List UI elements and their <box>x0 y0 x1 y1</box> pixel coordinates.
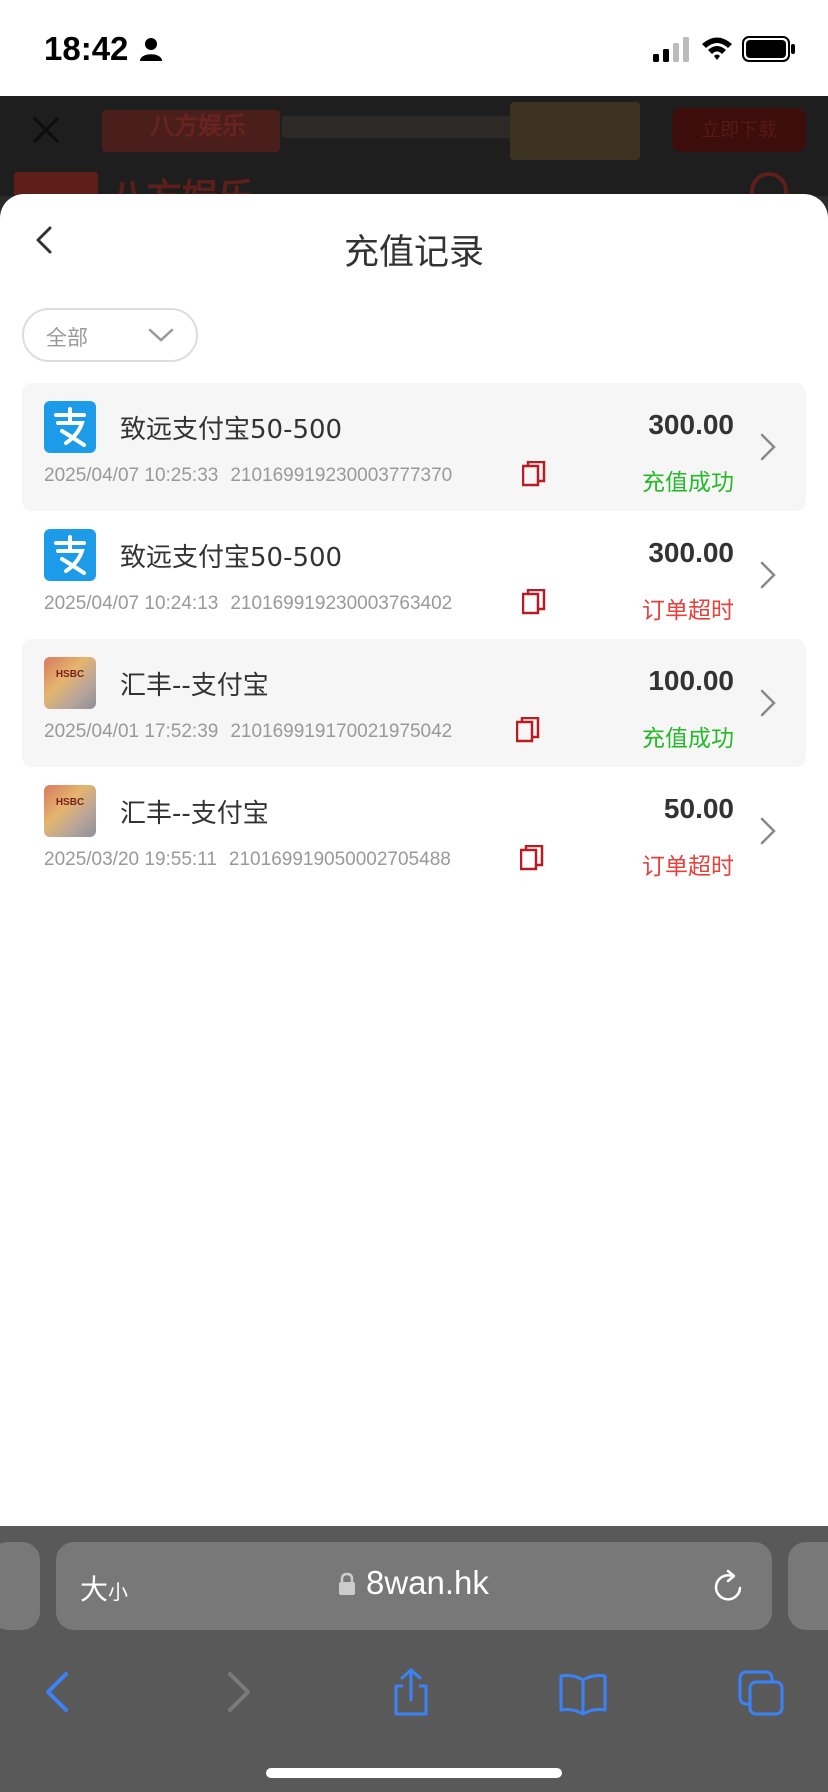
record-order-id: 210169919050002705488 <box>228 849 451 870</box>
record-status: 充值成功 <box>642 726 734 752</box>
hsbc-icon: HSBC <box>44 785 96 837</box>
record-datetime: 2025/03/20 19:55:11 <box>44 849 217 870</box>
record-status: 订单超时 <box>642 598 734 624</box>
previous-tab-preview[interactable] <box>0 1542 40 1630</box>
text-size-button[interactable]: 大小 <box>80 1568 128 1608</box>
hsbc-logo-text: HSBC <box>55 669 85 680</box>
close-icon[interactable] <box>30 114 62 146</box>
chevron-down-icon <box>148 328 174 342</box>
reload-icon[interactable] <box>712 1568 746 1604</box>
record-status: 充值成功 <box>642 470 734 496</box>
forward-icon[interactable] <box>212 1666 262 1718</box>
ad-image <box>510 102 640 160</box>
hsbc-icon: HSBC <box>44 657 96 709</box>
record-item[interactable]: HSBC 汇丰--支付宝 2025/03/20 19:55:11 21016991… <box>22 767 806 895</box>
record-meta: 2025/04/07 10:25:33 210169919230003777370 <box>44 465 452 487</box>
lock-icon <box>339 1572 355 1595</box>
battery-icon <box>742 36 795 62</box>
record-amount: 300.00 <box>648 537 734 568</box>
record-item[interactable]: 致远支付宝50-500 2025/04/07 10:25:33 210169919… <box>22 383 806 511</box>
ad-download-button[interactable]: 立即下载 <box>672 108 806 152</box>
next-tab-preview[interactable] <box>788 1542 828 1630</box>
record-meta: 2025/04/07 10:24:13 210169919230003763402 <box>44 593 452 615</box>
chevron-right-icon <box>760 433 776 461</box>
record-item[interactable]: 致远支付宝50-500 2025/04/07 10:24:13 210169919… <box>22 511 806 639</box>
record-datetime: 2025/04/07 10:25:33 <box>44 465 219 486</box>
safari-toolbar: 大小 8wan.hk <box>0 1526 828 1792</box>
copy-icon[interactable] <box>520 845 544 871</box>
copy-icon[interactable] <box>522 589 546 615</box>
home-indicator <box>266 1768 562 1778</box>
share-icon[interactable] <box>386 1666 436 1718</box>
record-amount: 300.00 <box>648 409 734 440</box>
wifi-icon <box>702 37 732 60</box>
record-datetime: 2025/04/07 10:24:13 <box>44 593 219 614</box>
copy-icon[interactable] <box>516 717 540 743</box>
record-meta: 2025/04/01 17:52:39 210169919170021975042 <box>44 721 452 743</box>
person-icon <box>140 38 162 61</box>
record-channel-name: 致远支付宝50-500 <box>120 415 343 445</box>
tabs-icon[interactable] <box>736 1666 786 1718</box>
signal-icon <box>653 37 689 62</box>
alipay-icon <box>44 529 96 581</box>
ad-logo-text: 八方娱乐 <box>150 113 246 140</box>
record-order-id: 210169919230003777370 <box>230 465 453 486</box>
record-amount: 50.00 <box>663 793 734 824</box>
recharge-records-sheet: 充值记录 全部 致远支付宝50-500 2025/04/07 10:25:33 2… <box>0 194 828 1526</box>
record-order-id: 210169919170021975042 <box>230 721 453 742</box>
copy-icon[interactable] <box>522 461 546 487</box>
record-amount: 100.00 <box>648 665 734 696</box>
chevron-right-icon <box>760 817 776 845</box>
address-bar[interactable]: 大小 8wan.hk <box>56 1542 772 1630</box>
record-channel-name: 汇丰--支付宝 <box>120 799 269 829</box>
ad-slogan <box>282 116 512 138</box>
alipay-icon <box>44 401 96 453</box>
record-channel-name: 汇丰--支付宝 <box>120 671 269 701</box>
chevron-right-icon <box>760 561 776 589</box>
filter-selected-label: 全部 <box>46 326 88 350</box>
page-title: 充值记录 <box>343 233 484 273</box>
chevron-right-icon <box>760 689 776 717</box>
filter-dropdown[interactable]: 全部 <box>22 308 198 362</box>
record-channel-name: 致远支付宝50-500 <box>120 543 343 573</box>
record-item[interactable]: HSBC 汇丰--支付宝 2025/04/01 17:52:39 21016991… <box>22 639 806 767</box>
record-datetime: 2025/04/01 17:52:39 <box>44 721 219 742</box>
hsbc-logo-text: HSBC <box>55 797 85 808</box>
record-meta: 2025/03/20 19:55:11 210169919050002705488 <box>44 849 451 871</box>
url-text: 8wan.hk <box>366 1564 489 1601</box>
record-order-id: 210169919230003763402 <box>230 593 453 614</box>
record-status: 订单超时 <box>642 854 734 880</box>
status-time: 18:42 <box>44 30 129 67</box>
back-icon[interactable] <box>34 1666 84 1718</box>
bookmarks-icon[interactable] <box>558 1666 608 1718</box>
status-bar: 18:42 <box>0 0 828 96</box>
